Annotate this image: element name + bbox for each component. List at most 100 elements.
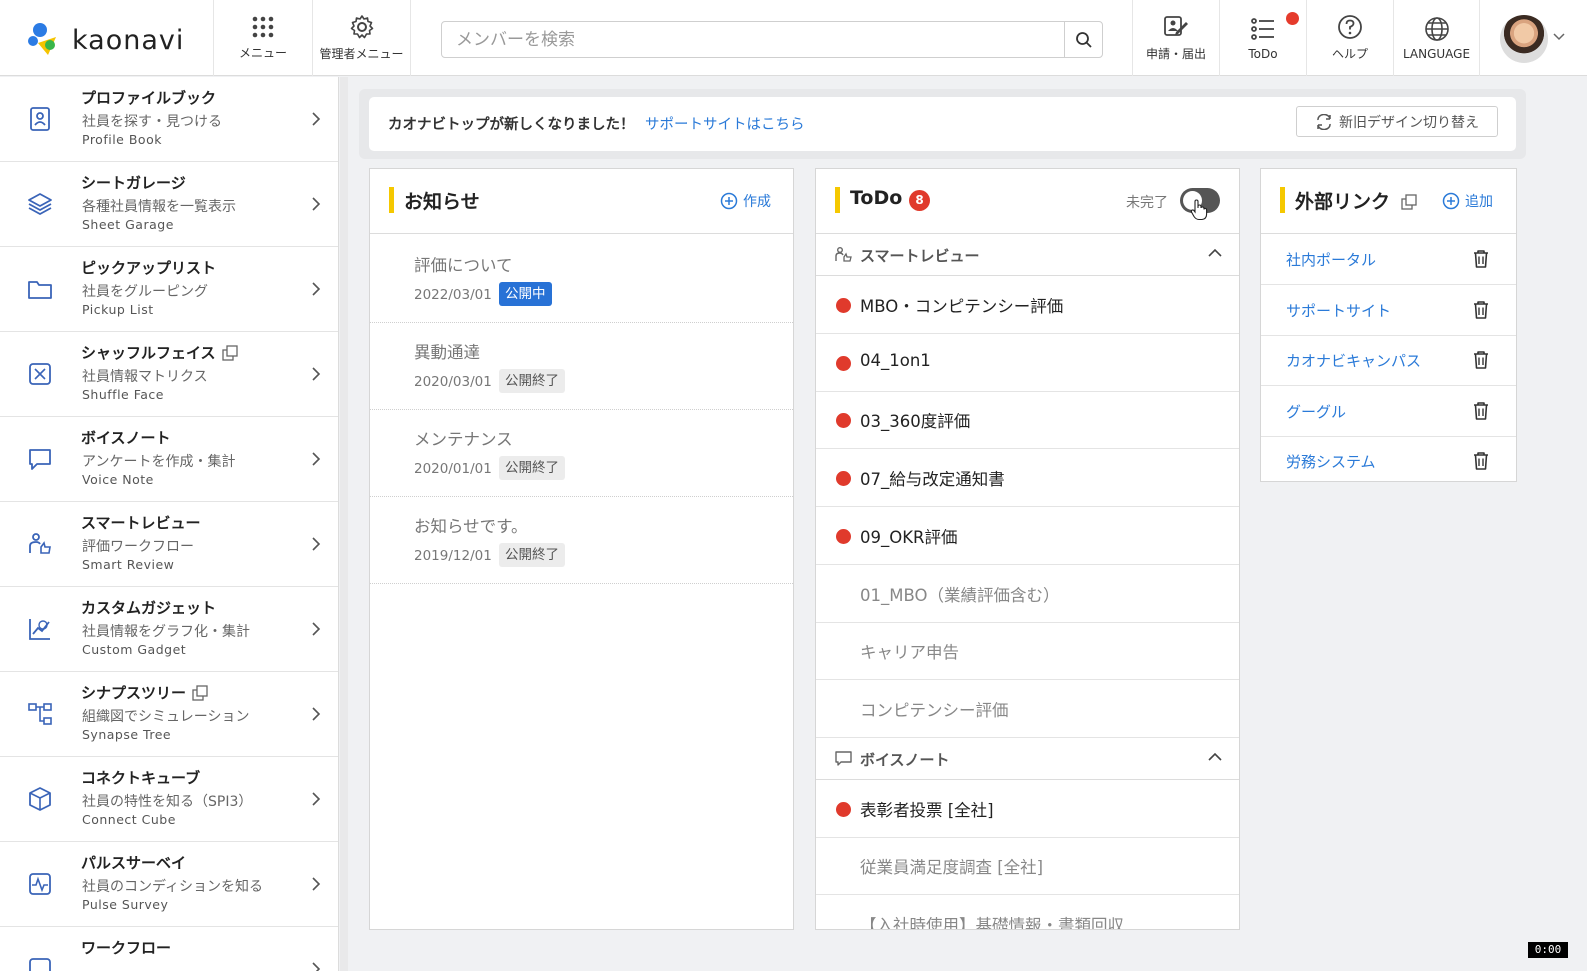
chevron-down-icon[interactable] (1553, 33, 1565, 41)
help-button[interactable]: ヘルプ (1306, 0, 1393, 76)
trash-icon[interactable] (1472, 350, 1490, 370)
sidebar-item-title: シナプスツリー (81, 682, 208, 703)
sidebar-item-english-name: Connect Cube (82, 812, 176, 827)
user-avatar[interactable] (1500, 15, 1548, 63)
chevron-right-icon (312, 367, 321, 381)
menu-button[interactable]: メニュー (213, 0, 312, 76)
todo-item[interactable]: MBO・コンピテンシー評価 (816, 276, 1239, 334)
create-news-button[interactable]: 作成 (720, 191, 771, 211)
search-button[interactable] (1064, 22, 1102, 57)
todo-section-header[interactable]: ボイスノート (816, 737, 1239, 780)
sidebar-item-sheet-garage[interactable]: シートガレージ 各種社員情報を一覧表示 Sheet Garage (0, 162, 338, 247)
language-button[interactable]: LANGUAGE (1393, 0, 1480, 76)
sidebar-item-title: シートガレージ (81, 172, 186, 193)
todo-item[interactable]: 表彰者投票 [全社] (816, 780, 1239, 838)
external-window-icon (221, 344, 238, 361)
todo-panel: ToDo 8 未完了 スマートレビュー MBO・コンピテンシー評価 04_1on1 0… (815, 168, 1240, 930)
todo-item[interactable]: 【入社時使用】基礎情報・書類回収 (816, 895, 1239, 929)
sidebar-item-smart-review[interactable]: スマートレビュー 評価ワークフロー Smart Review (0, 502, 338, 587)
news-item[interactable]: 評価について 2022/03/01 公開中 (370, 235, 793, 323)
shuffle-icon (29, 363, 51, 385)
sidebar-item-shuffle-face[interactable]: シャッフルフェイス 社員情報マトリクス Shuffle Face (0, 332, 338, 417)
kaonavi-logo[interactable]: kaonavi (26, 20, 184, 60)
external-link[interactable]: 社内ポータル (1286, 249, 1376, 270)
search-icon (1075, 31, 1092, 48)
sidebar-item-synapse-tree[interactable]: シナプスツリー 組織図でシミュレーション Synapse Tree (0, 672, 338, 757)
brand-name: kaonavi (72, 24, 185, 56)
external-link[interactable]: カオナビキャンパス (1286, 350, 1421, 371)
todo-item[interactable]: 03_360度評価 (816, 391, 1239, 450)
todo-item[interactable]: 07_給与改定通知書 (816, 449, 1239, 508)
external-link[interactable]: 労務システム (1286, 451, 1376, 472)
external-link[interactable]: サポートサイト (1286, 300, 1391, 321)
todo-item-label: 04_1on1 (860, 350, 931, 370)
unread-dot (836, 471, 851, 487)
trash-icon[interactable] (1472, 401, 1490, 421)
sidebar-scrollbar[interactable] (340, 77, 348, 971)
menu-label: メニュー (238, 46, 287, 60)
external-link-item: 社内ポータル (1261, 234, 1516, 285)
todo-item[interactable]: 09_OKR評価 (816, 507, 1239, 565)
chevron-up-icon[interactable] (1207, 248, 1223, 258)
profile-book-icon (30, 107, 50, 131)
language-label: LANGUAGE (1402, 46, 1471, 61)
sidebar-item-english-name: Pickup List (82, 302, 154, 317)
todo-item[interactable]: 01_MBO（業績評価含む） (816, 565, 1239, 623)
sidebar-item-title-text: カスタムガジェット (81, 599, 217, 617)
trash-icon[interactable] (1472, 451, 1490, 471)
sidebar-item-title-text: ワークフロー (81, 939, 172, 957)
sidebar-item-custom-gadget[interactable]: カスタムガジェット 社員情報をグラフ化・集計 Custom Gadget (0, 587, 338, 672)
external-window-icon (192, 684, 208, 701)
chart-icon (29, 619, 50, 640)
chevron-up-icon[interactable] (1207, 752, 1223, 762)
todo-item-label: 09_OKR評価 (860, 527, 958, 547)
thumbs-up-person-icon (29, 533, 51, 554)
todo-item[interactable]: 04_1on1 (816, 334, 1239, 392)
todo-item[interactable]: 従業員満足度調査 [全社] (816, 837, 1239, 896)
apply-button[interactable]: 申請・届出 (1132, 0, 1219, 76)
chevron-right-icon (312, 792, 321, 806)
sidebar-item-connect-cube[interactable]: コネクトキューブ 社員の特性を知る（SPI3） Connect Cube (0, 757, 338, 842)
layers-icon (28, 193, 52, 216)
sidebar-item-pulse-survey[interactable]: パルスサーベイ 社員のコンディションを知る Pulse Survey (0, 842, 338, 927)
news-item[interactable]: 異動通達 2020/03/01 公開終了 (370, 322, 793, 410)
switch-arrows-icon (1317, 113, 1331, 130)
admin-menu-label: 管理者メニュー (319, 47, 404, 61)
unread-dot (836, 355, 851, 371)
todo-item-label: MBO・コンピテンシー評価 (860, 297, 1064, 316)
sidebar-item-profile-book[interactable]: プロファイルブック 社員を探す・見つける Profile Book (0, 77, 338, 162)
todo-item-label: 07_給与改定通知書 (860, 470, 1005, 490)
todo-label: ToDo (1248, 46, 1278, 61)
news-item-title[interactable]: お知らせです。 (414, 513, 528, 537)
news-item[interactable]: メンテナンス 2020/01/01 公開終了 (370, 409, 793, 497)
add-link-button[interactable]: 追加 (1442, 191, 1493, 211)
sidebar-item-english-name: Smart Review (82, 557, 175, 572)
title-accent-bar (389, 187, 394, 213)
admin-menu-button[interactable]: 管理者メニュー (312, 0, 411, 76)
sidebar-item-title: カスタムガジェット (81, 597, 216, 618)
news-item-title[interactable]: メンテナンス (414, 426, 513, 450)
chevron-right-icon (312, 707, 321, 721)
external-window-icon (1401, 194, 1417, 210)
todo-item[interactable]: コンピテンシー評価 (816, 680, 1239, 738)
todo-section-header[interactable]: スマートレビュー (816, 234, 1239, 276)
support-site-link[interactable]: サポートサイトはこちら (645, 113, 805, 134)
news-item[interactable]: お知らせです。 2019/12/01 公開終了 (370, 496, 793, 584)
announcement-banner-inner: カオナビトップが新しくなりました！ サポートサイトはこちら 新旧デザイン切り替え (369, 97, 1516, 151)
todo-item[interactable]: キャリア申告 (816, 622, 1239, 681)
search-input[interactable] (456, 28, 1056, 52)
news-item-title[interactable]: 異動通達 (414, 339, 480, 363)
chevron-right-icon (312, 537, 321, 551)
trash-icon[interactable] (1472, 300, 1490, 320)
external-link[interactable]: グーグル (1286, 401, 1346, 422)
design-switch-button[interactable]: 新旧デザイン切り替え (1296, 106, 1498, 137)
sidebar-item-voice-note[interactable]: ボイスノート アンケートを作成・集計 Voice Note (0, 417, 338, 502)
apply-form-icon (1164, 16, 1188, 36)
sidebar-item-pickup-list[interactable]: ピックアップリスト 社員をグルーピング Pickup List (0, 247, 338, 332)
incomplete-filter-label: 未完了 (1126, 195, 1168, 211)
news-item-title[interactable]: 評価について (414, 252, 513, 276)
cube-icon (29, 787, 51, 811)
trash-icon[interactable] (1472, 249, 1490, 269)
sidebar: プロファイルブック 社員を探す・見つける Profile Book シートガレージ 各種… (0, 77, 339, 971)
sidebar-item-workflow[interactable]: ワークフロー (0, 927, 338, 971)
